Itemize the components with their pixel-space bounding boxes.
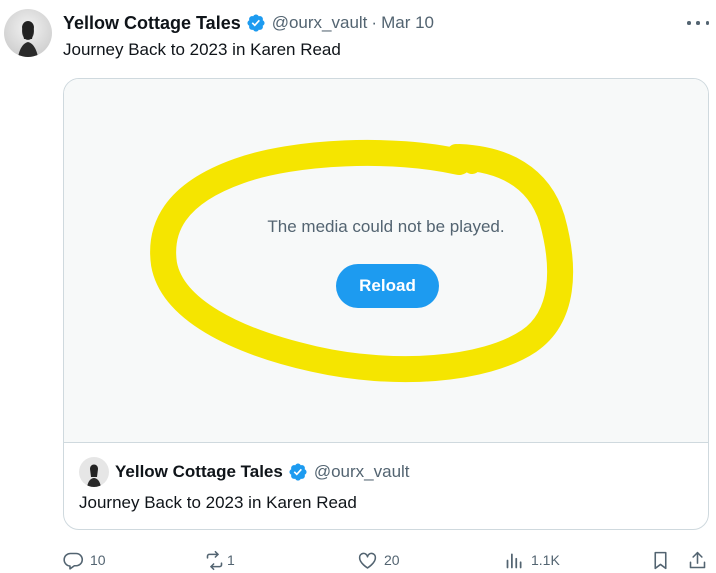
highlight-circle-annotation xyxy=(150,139,574,383)
quote-text: Journey Back to 2023 in Karen Read xyxy=(79,493,357,512)
views-icon xyxy=(504,550,525,571)
author-name[interactable]: Yellow Cottage Tales xyxy=(63,13,241,34)
quote-avatar[interactable] xyxy=(79,457,109,487)
repost-count: 1 xyxy=(227,552,235,568)
repost-icon xyxy=(204,550,225,571)
author-avatar[interactable] xyxy=(4,9,52,57)
reply-button[interactable]: 10 xyxy=(63,548,106,572)
reply-count: 10 xyxy=(90,552,106,568)
reload-button[interactable]: Reload xyxy=(336,264,439,308)
media-error-message: The media could not be played. xyxy=(267,217,505,236)
like-count: 20 xyxy=(384,552,400,568)
tweet-action-bar: 10 1 20 1.1K xyxy=(63,548,713,572)
quote-card[interactable]: The media could not be played. Reload Ye… xyxy=(63,78,709,530)
share-icon xyxy=(687,550,708,571)
verified-badge-icon xyxy=(246,13,266,33)
verified-badge-icon xyxy=(288,462,308,482)
quote-author-name: Yellow Cottage Tales xyxy=(115,462,283,481)
quote-author-handle: @ourx_vault xyxy=(313,462,410,481)
bookmark-icon xyxy=(650,550,671,571)
quote-header: Yellow Cottage Tales @ourx_vault xyxy=(79,457,410,487)
share-button[interactable] xyxy=(687,548,708,572)
reply-icon xyxy=(63,550,84,571)
like-button[interactable]: 20 xyxy=(357,548,400,572)
author-handle[interactable]: @ourx_vault xyxy=(272,13,368,33)
tweet-header: Yellow Cottage Tales @ourx_vault · Mar 1… xyxy=(63,10,434,36)
views-count: 1.1K xyxy=(531,552,560,568)
repost-button[interactable]: 1 xyxy=(204,548,235,572)
separator-dot: · xyxy=(371,13,378,32)
tweet-date[interactable]: Mar 10 xyxy=(381,13,434,33)
views-button[interactable]: 1.1K xyxy=(504,548,560,572)
tweet-text: Journey Back to 2023 in Karen Read xyxy=(63,40,341,59)
like-icon xyxy=(357,550,378,571)
bookmark-button[interactable] xyxy=(650,548,671,572)
media-placeholder: The media could not be played. Reload xyxy=(64,79,708,443)
more-options-icon[interactable] xyxy=(687,15,709,31)
